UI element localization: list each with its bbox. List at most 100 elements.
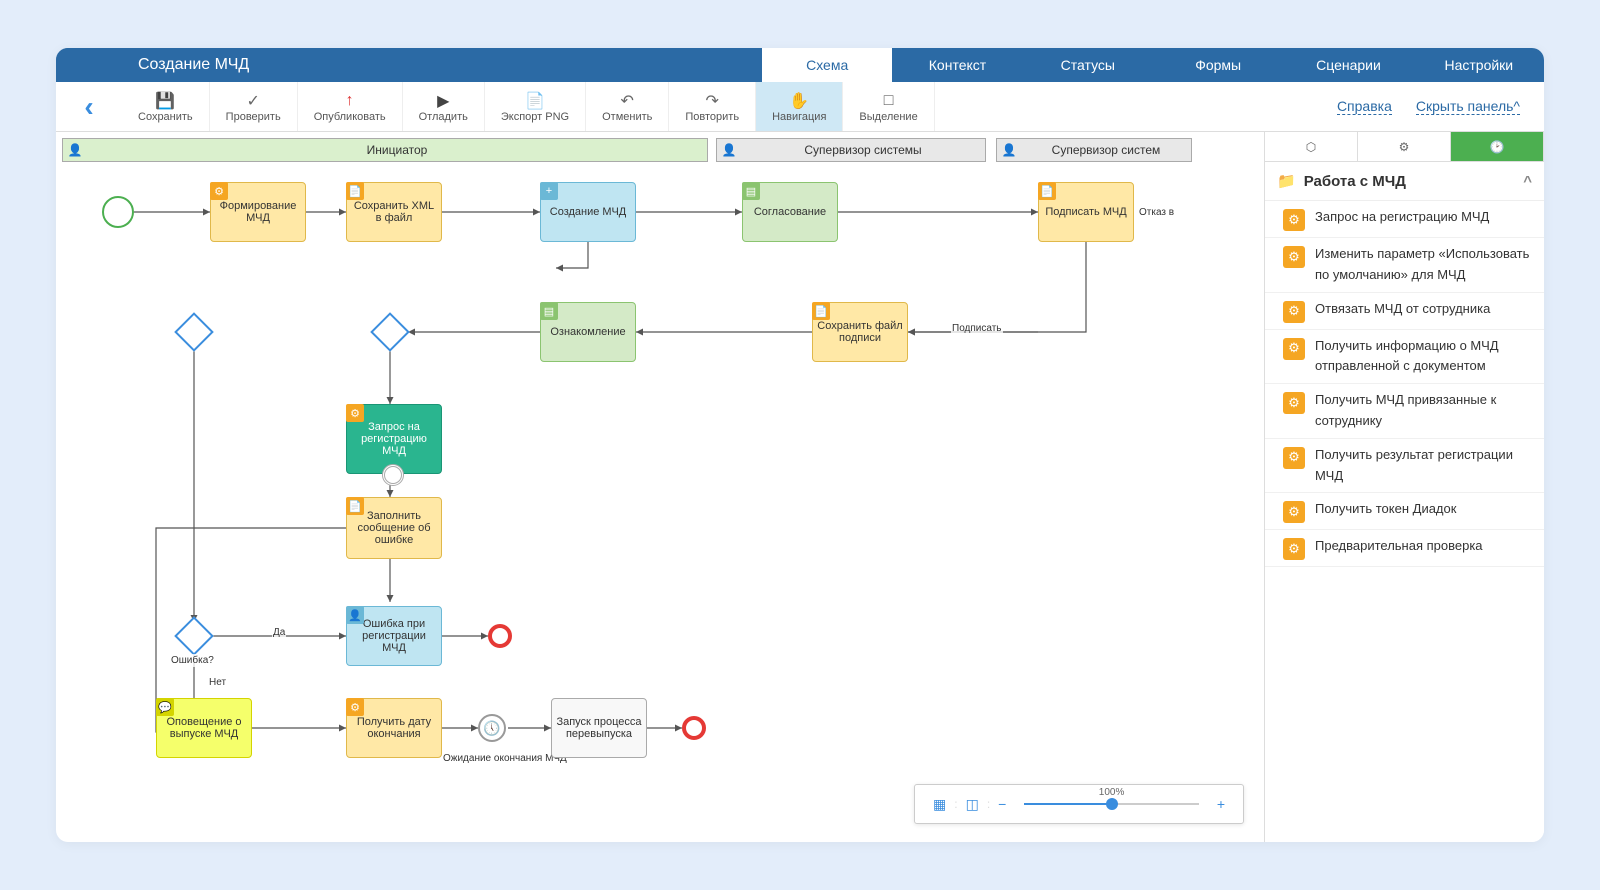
user-icon: 👤 — [717, 143, 741, 157]
user-icon: 👤 — [63, 143, 87, 157]
plus-icon[interactable]: + — [1217, 796, 1225, 812]
tab-scenarios[interactable]: Сценарии — [1283, 48, 1413, 82]
plus-icon: + — [540, 182, 558, 200]
save-button[interactable]: 💾Сохранить — [122, 82, 210, 131]
gateway-error[interactable] — [174, 616, 214, 656]
side-item[interactable]: ⚙Отвязать МЧД от сотрудника — [1265, 293, 1544, 330]
task-icon: ▤ — [540, 302, 558, 320]
node-save-sig[interactable]: 📄Сохранить файл подписи — [812, 302, 908, 362]
undo-icon: ↶ — [621, 91, 634, 111]
gear-icon: ⚙ — [1283, 447, 1305, 469]
gear-icon: ⚙ — [1283, 246, 1305, 268]
gateway-1[interactable] — [370, 312, 410, 352]
label-wait-end: Ожидание окончания МЧД — [442, 752, 568, 765]
node-sign-mchd[interactable]: 📄Подписать МЧД — [1038, 182, 1134, 242]
side-tab-add[interactable]: ⬡ — [1265, 132, 1358, 161]
gear-icon: ⚙ — [346, 404, 364, 422]
selection-button[interactable]: □Выделение — [843, 82, 934, 131]
doc-icon: 📄 — [346, 182, 364, 200]
node-start-reissue[interactable]: Запуск процесса перевыпуска — [551, 698, 647, 758]
publish-button[interactable]: ↑Опубликовать — [298, 82, 403, 131]
selection-icon: □ — [884, 91, 894, 111]
navigation-button[interactable]: ✋Навигация — [756, 82, 843, 131]
label-refuse: Отказ в — [1138, 206, 1175, 219]
tab-statuses[interactable]: Статусы — [1023, 48, 1153, 82]
node-fill-error[interactable]: 📄Заполнить сообщение об ошибке — [346, 497, 442, 559]
nav-tabs: Схема Контекст Статусы Формы Сценарии На… — [762, 48, 1544, 82]
chevron-up-icon: ^ — [1523, 173, 1532, 190]
tab-forms[interactable]: Формы — [1153, 48, 1283, 82]
page-title: Создание МЧД — [122, 48, 762, 82]
side-item[interactable]: ⚙Получить информацию о МЧД отправленной … — [1265, 330, 1544, 385]
header: Создание МЧД Схема Контекст Статусы Форм… — [56, 48, 1544, 82]
lane-supervisor2: 👤Супервизор систем — [996, 138, 1192, 162]
tab-settings[interactable]: Настройки — [1414, 48, 1544, 82]
side-list: ⚙Запрос на регистрацию МЧД ⚙Изменить пар… — [1265, 201, 1544, 567]
export-icon: 📄 — [525, 91, 545, 111]
hidepanel-link[interactable]: Скрыть панель^ — [1416, 98, 1520, 115]
gear-icon: ⚙ — [1283, 301, 1305, 323]
undo-button[interactable]: ↶Отменить — [586, 82, 669, 131]
intermediate-event[interactable] — [382, 464, 404, 486]
gateway-top[interactable] — [174, 312, 214, 352]
debug-icon: ▶ — [437, 91, 449, 111]
gear-icon: ⚙ — [1283, 209, 1305, 231]
publish-icon: ↑ — [346, 91, 354, 111]
map-icon[interactable]: ◫ — [966, 796, 979, 813]
hand-icon: ✋ — [789, 91, 809, 111]
node-create-mchd[interactable]: +Создание МЧД — [540, 182, 636, 242]
gear-icon: ⚙ — [1283, 501, 1305, 523]
node-approval[interactable]: ▤Согласование — [742, 182, 838, 242]
zoom-slider[interactable]: 100% — [1024, 803, 1198, 805]
label-sign: Подписать — [951, 322, 1003, 335]
doc-icon: 📄 — [812, 302, 830, 320]
gear-icon: ⚙ — [1283, 392, 1305, 414]
side-item[interactable]: ⚙Получить результат регистрации МЧД — [1265, 439, 1544, 494]
gear-icon: ⚙ — [1283, 538, 1305, 560]
side-item[interactable]: ⚙Изменить параметр «Использовать по умол… — [1265, 238, 1544, 293]
user-icon: 👤 — [997, 143, 1021, 157]
end-event-1[interactable] — [488, 624, 512, 648]
node-reg-error[interactable]: 👤Ошибка при регистрации МЧД — [346, 606, 442, 666]
node-save-xml[interactable]: 📄Сохранить XML в файл — [346, 182, 442, 242]
lane-supervisor1: 👤Супервизор системы — [716, 138, 986, 162]
node-notify-release[interactable]: 💬Оповещение о выпуске МЧД — [156, 698, 252, 758]
save-icon: 💾 — [155, 91, 175, 111]
task-icon: ▤ — [742, 182, 760, 200]
tab-context[interactable]: Контекст — [892, 48, 1022, 82]
redo-icon: ↷ — [706, 91, 719, 111]
folder-header[interactable]: 📁 Работа с МЧД ^ — [1265, 162, 1544, 201]
tab-schema[interactable]: Схема — [762, 48, 892, 82]
label-error-q: Ошибка? — [170, 654, 215, 667]
msg-icon: 💬 — [156, 698, 174, 716]
end-event-2[interactable] — [682, 716, 706, 740]
node-form-mchd[interactable]: ⚙Формирование МЧД — [210, 182, 306, 242]
redo-button[interactable]: ↷Повторить — [669, 82, 756, 131]
side-item[interactable]: ⚙Предварительная проверка — [1265, 530, 1544, 567]
side-tab-widgets[interactable]: 🕑 — [1451, 132, 1544, 161]
help-link[interactable]: Справка — [1337, 98, 1392, 115]
side-item[interactable]: ⚙Получить МЧД привязанные к сотруднику — [1265, 384, 1544, 439]
node-get-end-date[interactable]: ⚙Получить дату окончания — [346, 698, 442, 758]
debug-button[interactable]: ▶Отладить — [403, 82, 485, 131]
back-icon[interactable]: ‹ — [84, 91, 93, 123]
side-item[interactable]: ⚙Получить токен Диадок — [1265, 493, 1544, 530]
timer-event[interactable]: 🕔 — [478, 714, 506, 742]
exportpng-button[interactable]: 📄Экспорт PNG — [485, 82, 586, 131]
minus-icon[interactable]: − — [998, 796, 1006, 812]
grid-icon[interactable]: ▦ — [933, 796, 946, 813]
check-button[interactable]: ✓Проверить — [210, 82, 298, 131]
lane-initiator: 👤Инициатор — [62, 138, 708, 162]
doc-icon: 📄 — [1038, 182, 1056, 200]
gear-icon: ⚙ — [210, 182, 228, 200]
zoom-bar: ▦ : ◫ : − 100% + — [914, 784, 1244, 824]
side-tab-settings[interactable]: ⚙ — [1358, 132, 1451, 161]
toolbar: ‹ 💾Сохранить ✓Проверить ↑Опубликовать ▶О… — [56, 82, 1544, 132]
canvas[interactable]: 👤Инициатор 👤Супервизор системы 👤Супервиз… — [56, 132, 1544, 842]
check-icon: ✓ — [246, 91, 259, 111]
side-panel: ⬡ ⚙ 🕑 📁 Работа с МЧД ^ ⚙Запрос на регист… — [1264, 132, 1544, 842]
start-event[interactable] — [102, 196, 134, 228]
user-icon: 👤 — [346, 606, 364, 624]
side-item[interactable]: ⚙Запрос на регистрацию МЧД — [1265, 201, 1544, 238]
node-review[interactable]: ▤Ознакомление — [540, 302, 636, 362]
